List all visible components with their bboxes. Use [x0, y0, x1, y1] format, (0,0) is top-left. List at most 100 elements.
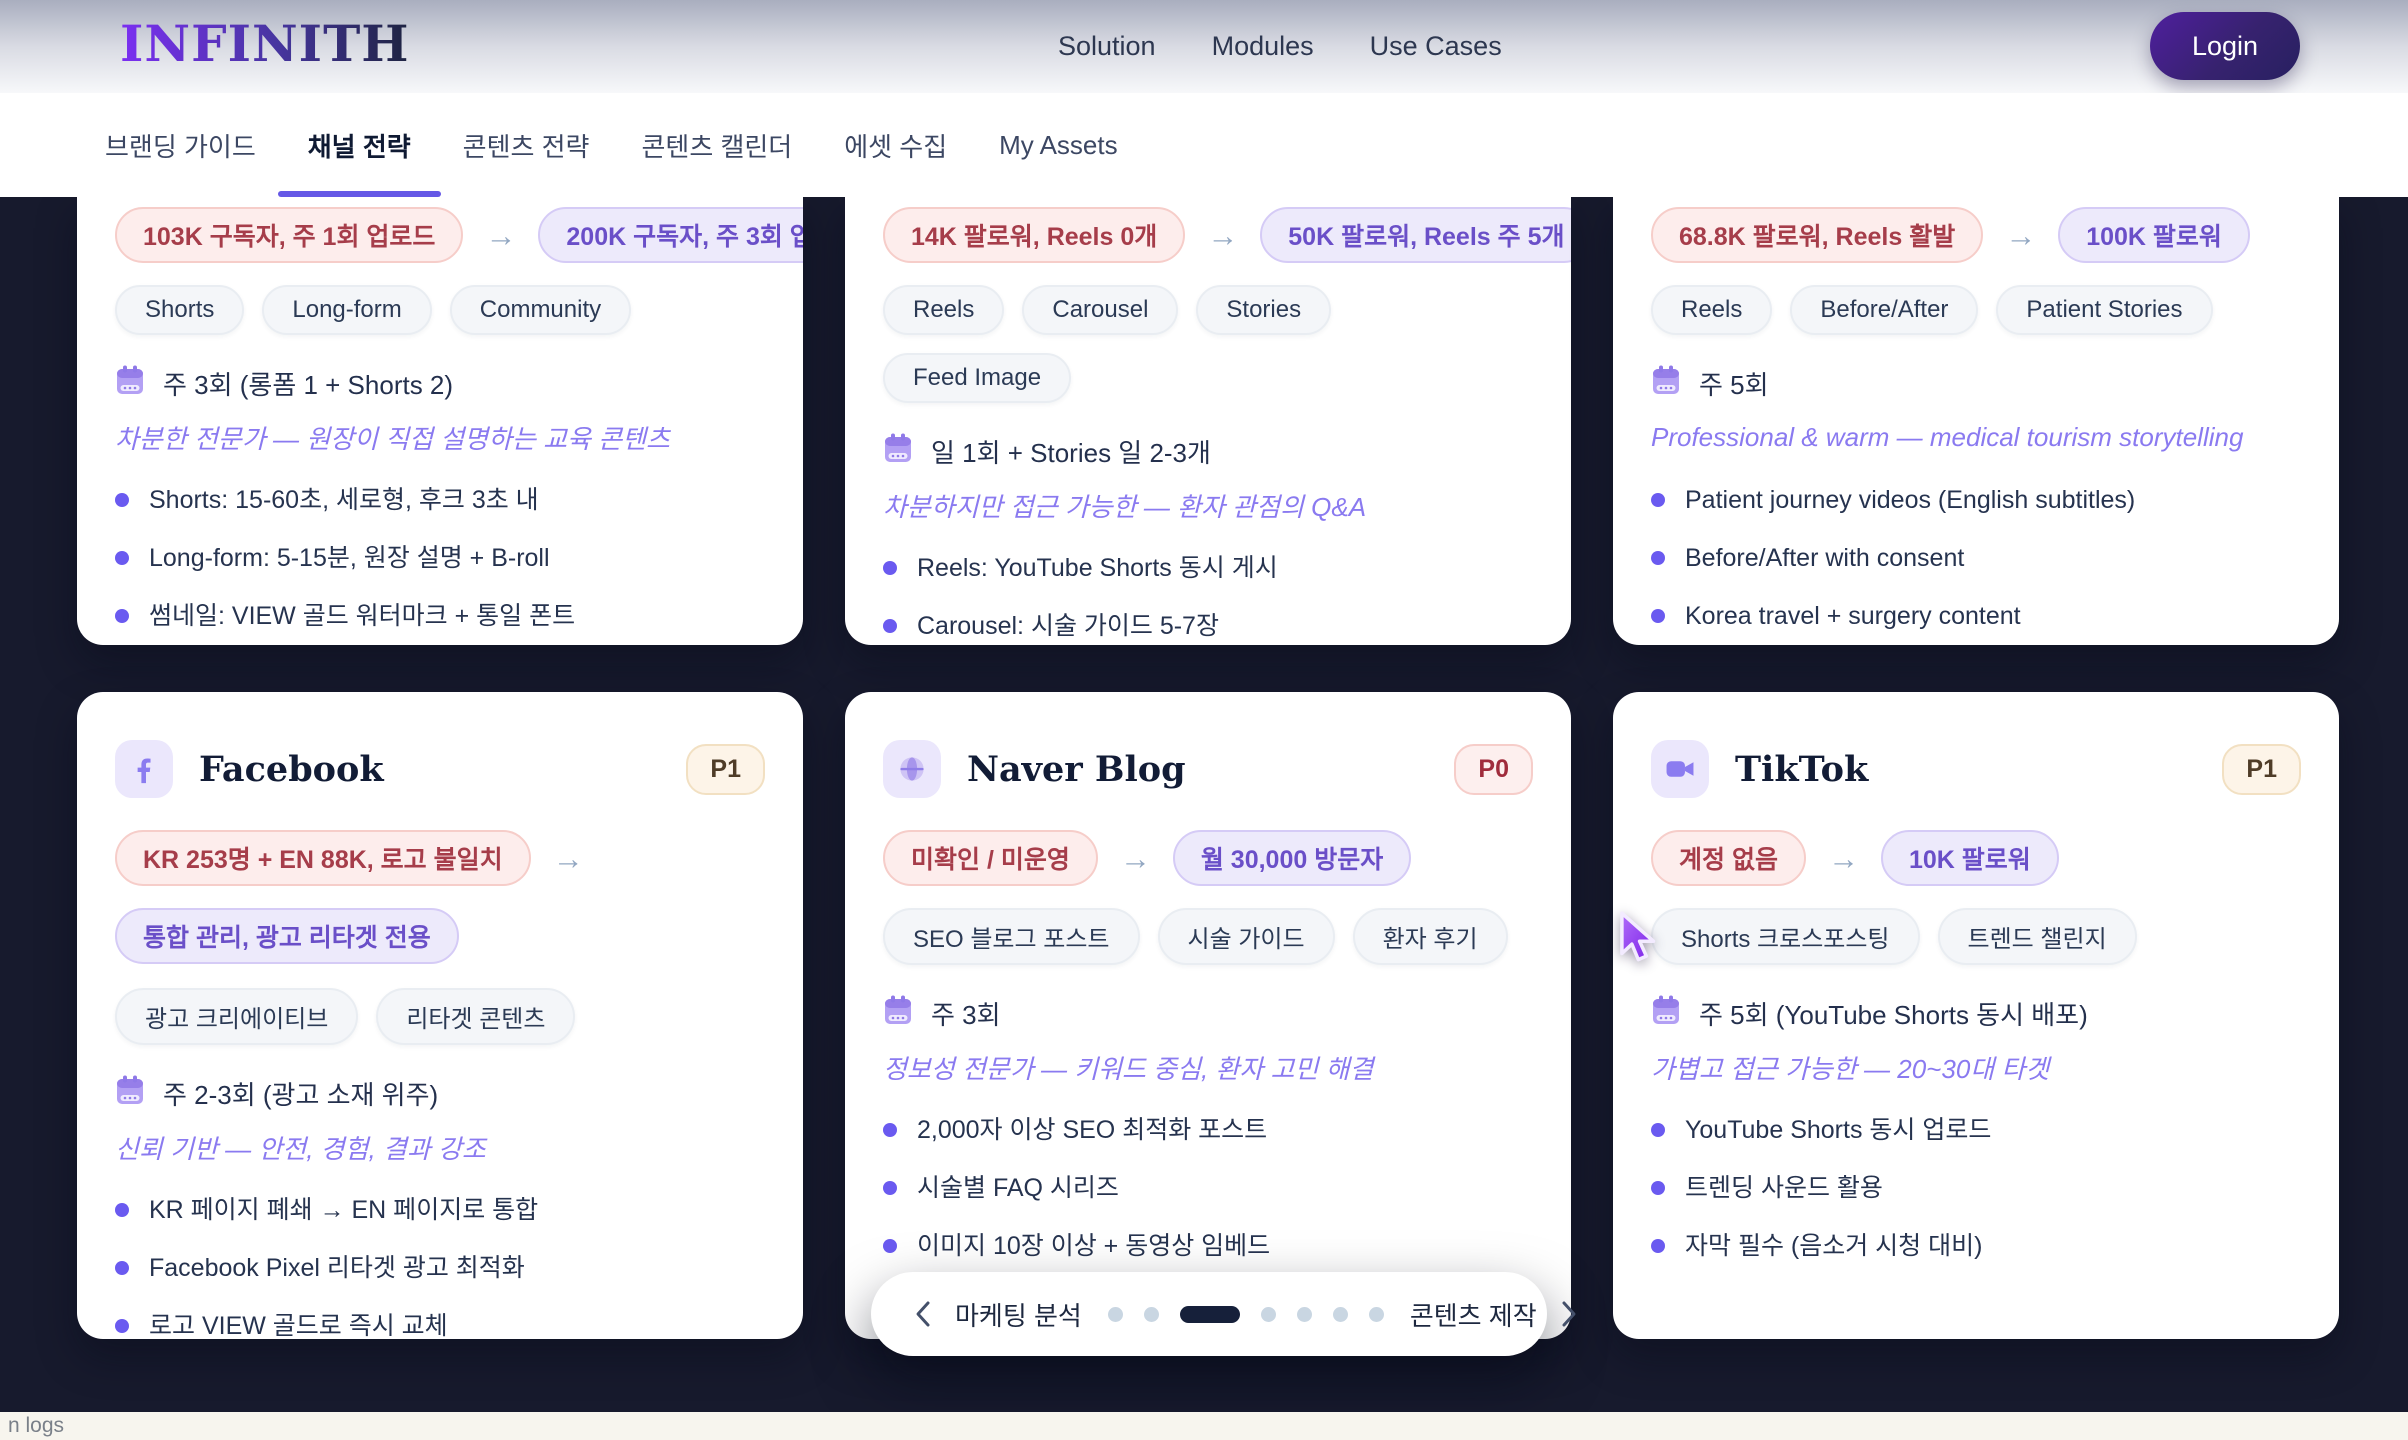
- card-title: Naver Blog: [967, 749, 1186, 790]
- pager-next-button[interactable]: 콘텐츠 제작: [1410, 1296, 1579, 1333]
- content-tag: Long-form: [262, 285, 431, 335]
- card-title: Facebook: [199, 749, 384, 790]
- tab-item-4[interactable]: 에셋 수집: [844, 127, 947, 164]
- arrow-right-icon: →: [553, 843, 584, 874]
- content-tag: 환자 후기: [1353, 908, 1508, 965]
- strategy-bullet: 썸네일: VIEW 골드 워터마크 + 통일 폰트: [115, 599, 765, 633]
- strategy-bullet: YouTube Shorts 동시 업로드: [1651, 1113, 2301, 1147]
- tab-item-2[interactable]: 콘텐츠 전략: [463, 127, 590, 164]
- strategy-bullet: Korea travel + surgery content: [1651, 599, 2301, 633]
- bullet-dot: [115, 1319, 129, 1333]
- content-tag-row: 광고 크리에이티브리타겟 콘텐츠: [115, 988, 765, 1045]
- content-tag: Reels: [1651, 285, 1772, 335]
- channel-card-instagram: 14K 팔로워, Reels 0개→50K 팔로워, Reels 주 5개Ree…: [845, 197, 1571, 645]
- pager-prev-button[interactable]: 마케팅 분석: [913, 1296, 1082, 1333]
- tab-item-3[interactable]: 콘텐츠 캘린더: [641, 127, 792, 164]
- bullet-text: Facebook Pixel 리타겟 광고 최적화: [149, 1251, 525, 1285]
- bullet-text: Before/After with consent: [1685, 541, 1964, 575]
- bullet-dot: [1651, 493, 1665, 507]
- calendar-icon: [115, 1074, 145, 1113]
- target-state-badge: 50K 팔로워, Reels 주 5개: [1260, 207, 1571, 263]
- bullet-dot: [115, 609, 129, 623]
- nav-item-2[interactable]: Use Cases: [1370, 31, 1502, 62]
- content-tag: 시술 가이드: [1158, 908, 1335, 965]
- brand-logo[interactable]: INFINITH: [120, 14, 410, 73]
- bullet-dot: [1651, 551, 1665, 565]
- content-tag: 트렌드 챌린지: [1938, 908, 2137, 965]
- nav-item-1[interactable]: Modules: [1212, 31, 1314, 62]
- priority-badge: P1: [686, 744, 765, 795]
- pager-dot-4[interactable]: [1297, 1307, 1312, 1322]
- strategy-bullet: 2,000자 이상 SEO 최적화 포스트: [883, 1113, 1533, 1147]
- pager-dot-6[interactable]: [1369, 1307, 1384, 1322]
- card-header: Naver BlogP0: [883, 740, 1533, 798]
- calendar-icon: [1651, 994, 1681, 1033]
- nav-item-0[interactable]: Solution: [1058, 31, 1156, 62]
- state-badge-row: 68.8K 팔로워, Reels 활발→100K 팔로워: [1651, 207, 2301, 263]
- strategy-bullet-list: 2,000자 이상 SEO 최적화 포스트시술별 FAQ 시리즈이미지 10장 …: [883, 1113, 1533, 1263]
- posting-schedule-text: 주 5회 (YouTube Shorts 동시 배포): [1699, 995, 2088, 1032]
- status-bar: n logs: [0, 1412, 2408, 1440]
- state-badge-row: 계정 없음→10K 팔로워: [1651, 830, 2301, 886]
- bullet-text: Carousel: 시술 가이드 5-7장: [917, 609, 1219, 643]
- card-row-top: 103K 구독자, 주 1회 업로드→200K 구독자, 주 3회 업로드Sho…: [77, 197, 2339, 645]
- video-camera-icon: [1651, 740, 1709, 798]
- pager-dot-3[interactable]: [1261, 1307, 1276, 1322]
- channel-strategy-page: { "header": { "logo": "INFINITH", "nav_i…: [0, 0, 2408, 1440]
- strategy-bullet: 이미지 10장 이상 + 동영상 임베드: [883, 1229, 1533, 1263]
- pager-prev-label: 마케팅 분석: [955, 1296, 1082, 1333]
- bullet-text: 이미지 10장 이상 + 동영상 임베드: [917, 1229, 1270, 1263]
- content-tag: Reels: [883, 285, 1004, 335]
- bullet-text: Long-form: 5-15분, 원장 설명 + B-roll: [149, 541, 550, 575]
- tone-description: 차분하지만 접근 가능한 — 환자 관점의 Q&A: [883, 485, 1533, 525]
- login-button[interactable]: Login: [2150, 12, 2300, 80]
- bullet-dot: [1651, 609, 1665, 623]
- strategy-bullet: 로고 VIEW 골드로 즉시 교체: [115, 1309, 765, 1339]
- target-state-badge: 100K 팔로워: [2058, 207, 2250, 263]
- bullet-dot: [115, 551, 129, 565]
- card-header: TikTokP1: [1651, 740, 2301, 798]
- bullet-dot: [1651, 1123, 1665, 1137]
- main-nav: Solution Modules Use Cases: [1058, 0, 1502, 93]
- channel-card-facebook: FacebookP1KR 253명 + EN 88K, 로고 불일치→통합 관리…: [77, 692, 803, 1339]
- chevron-right-icon: [1559, 1299, 1579, 1329]
- current-state-badge: 계정 없음: [1651, 830, 1806, 886]
- bullet-text: KR 페이지 폐쇄 → EN 페이지로 통합: [149, 1193, 538, 1227]
- pager-dot-2[interactable]: [1180, 1306, 1240, 1323]
- channel-card-naver-blog: Naver BlogP0미확인 / 미운영→월 30,000 방문자SEO 블로…: [845, 692, 1571, 1339]
- strategy-bullet: 트렌딩 사운드 활용: [1651, 1171, 2301, 1205]
- tab-item-0[interactable]: 브랜딩 가이드: [105, 127, 256, 164]
- calendar-icon: [883, 432, 913, 471]
- posting-schedule-text: 주 5회: [1699, 365, 1769, 402]
- target-state-badge: 200K 구독자, 주 3회 업로드: [538, 207, 803, 263]
- target-state-badge: 월 30,000 방문자: [1173, 830, 1411, 886]
- arrow-right-icon: →: [1120, 843, 1151, 874]
- strategy-bullet: Patient journey videos (English subtitle…: [1651, 483, 2301, 517]
- card-title: TikTok: [1735, 749, 1868, 790]
- posting-schedule-text: 주 2-3회 (광고 소재 위주): [163, 1075, 438, 1112]
- status-bar-text: n logs: [8, 1414, 64, 1438]
- section-pager: 마케팅 분석 콘텐츠 제작: [871, 1272, 1547, 1356]
- pager-dot-0[interactable]: [1108, 1307, 1123, 1322]
- chevron-left-icon: [913, 1299, 933, 1329]
- calendar-icon: [1651, 364, 1681, 403]
- bullet-text: 트렌딩 사운드 활용: [1685, 1171, 1883, 1205]
- tab-item-5[interactable]: My Assets: [999, 130, 1117, 161]
- strategy-bullet-list: Patient journey videos (English subtitle…: [1651, 483, 2301, 633]
- bullet-text: 로고 VIEW 골드로 즉시 교체: [149, 1309, 448, 1339]
- content-tag: Shorts: [115, 285, 244, 335]
- calendar-icon: [883, 994, 913, 1033]
- pager-dot-1[interactable]: [1144, 1307, 1159, 1322]
- bullet-dot: [1651, 1239, 1665, 1253]
- arrow-right-icon: →: [485, 220, 516, 251]
- tone-description: 가볍고 접근 가능한 — 20~30대 타겟: [1651, 1047, 2301, 1087]
- pager-dot-5[interactable]: [1333, 1307, 1348, 1322]
- arrow-right-icon: →: [1207, 220, 1238, 251]
- tab-item-1[interactable]: 채널 전략: [308, 127, 411, 164]
- posting-schedule-text: 주 3회: [931, 995, 1001, 1032]
- current-state-badge: 68.8K 팔로워, Reels 활발: [1651, 207, 1983, 263]
- content-tag: 리타겟 콘텐츠: [376, 988, 575, 1045]
- channel-card-global: 68.8K 팔로워, Reels 활발→100K 팔로워 Reels Before/…: [1613, 197, 2339, 645]
- content-tag: Shorts 크로스포스팅: [1651, 908, 1920, 965]
- bullet-text: Reels: YouTube Shorts 동시 게시: [917, 551, 1278, 585]
